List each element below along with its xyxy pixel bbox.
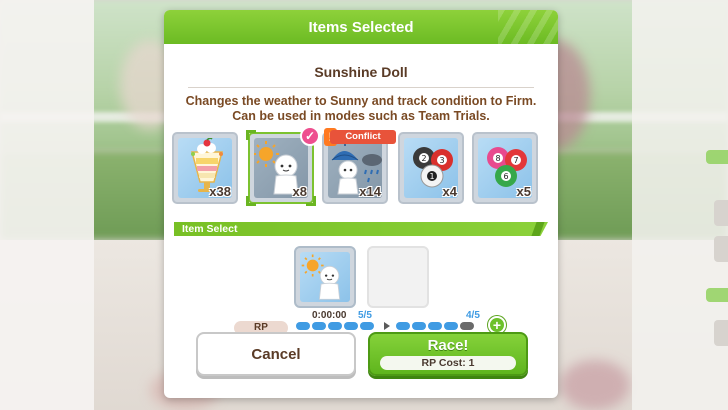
rp-pip — [444, 322, 458, 330]
rp-status-row: RP 0:00:00 5/5 4/5 + — [164, 310, 558, 335]
conflict-badge: Conflict — [330, 130, 396, 144]
items-selected-dialog: Items Selected Sunshine Doll Changes the… — [164, 10, 558, 398]
rp-pip — [428, 322, 442, 330]
rp-pip — [360, 322, 374, 330]
rp-pip — [328, 322, 342, 330]
svg-text:7: 7 — [513, 156, 518, 165]
item-count: x4 — [442, 184, 457, 199]
dialog-header: Items Selected — [164, 10, 558, 44]
rp-current: 5/5 — [358, 310, 372, 321]
item-slot-1[interactable] — [294, 246, 356, 308]
rp-pip — [312, 322, 326, 330]
svg-text:6: 6 — [503, 172, 508, 181]
rp-pip — [296, 322, 310, 330]
rp-pip — [396, 322, 410, 330]
rp-cost-label: RP Cost: 1 — [380, 356, 516, 370]
item-select-bar: Item Select — [174, 222, 548, 236]
svg-text:1: 1 — [429, 172, 434, 181]
item-description: Changes the weather to Sunny and track c… — [185, 94, 537, 123]
selected-check-icon: ✓ — [300, 126, 320, 146]
item-slot-2[interactable] — [367, 246, 429, 308]
item-card-rain-doll[interactable]: x14 ! Conflict — [322, 128, 396, 204]
item-count: x5 — [516, 184, 531, 199]
race-button[interactable]: Race! RP Cost: 1 — [368, 332, 528, 376]
side-tab — [706, 288, 728, 302]
svg-text:3: 3 — [439, 156, 444, 165]
dialog-title: Items Selected — [308, 18, 414, 36]
rp-after: 4/5 — [466, 310, 480, 321]
cancel-button[interactable]: Cancel — [196, 332, 356, 376]
sunshine-doll-icon — [301, 254, 341, 300]
rp-pip — [344, 322, 358, 330]
item-card-colored-balls[interactable]: 8 7 6 x5 — [472, 132, 538, 204]
cancel-label: Cancel — [251, 345, 301, 363]
arrow-right-icon — [384, 322, 390, 330]
item-card-parfait[interactable]: x38 — [172, 132, 238, 204]
item-card-lottery-balls[interactable]: 2 3 1 x4 — [398, 132, 464, 204]
rp-pip — [460, 322, 474, 330]
divider — [188, 87, 534, 88]
svg-text:2: 2 — [421, 154, 426, 163]
side-tab — [706, 150, 728, 164]
rp-timer: 0:00:00 — [312, 310, 347, 321]
item-list: x38 x8 ✓ x14 Conflict 2 3 1 x4 8 7 6 x5 — [164, 126, 558, 214]
item-name: Sunshine Doll — [314, 64, 408, 80]
item-count: x8 — [292, 184, 307, 199]
svg-text:8: 8 — [495, 154, 500, 163]
race-label: Race! — [427, 337, 469, 354]
item-card-sunshine-doll[interactable]: x8 ✓ — [246, 126, 320, 206]
item-count: x38 — [209, 184, 231, 199]
item-select-label: Item Select — [182, 223, 238, 235]
rp-pip — [412, 322, 426, 330]
item-count: x14 — [359, 184, 381, 199]
